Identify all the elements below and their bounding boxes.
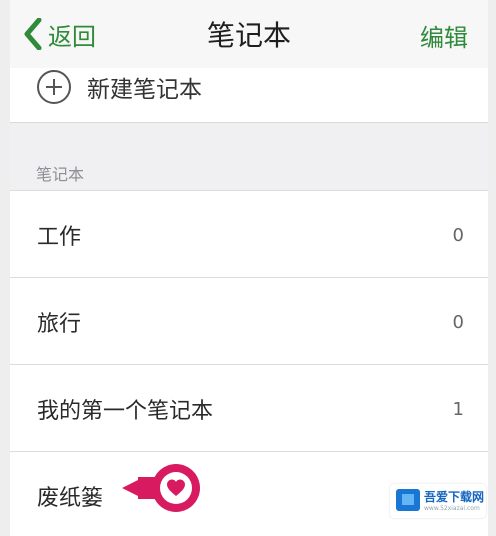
- notebook-count: 0: [452, 225, 464, 246]
- watermark-box-icon: [396, 489, 420, 511]
- heart-callout-icon: [122, 463, 212, 513]
- section-header: 笔记本: [36, 165, 85, 184]
- notebook-name: 我的第一个笔记本: [37, 399, 214, 424]
- notebook-count: 1: [452, 399, 464, 420]
- navigation-bar: 返回 笔记本 编辑: [10, 0, 488, 68]
- notebook-count: 0: [452, 312, 464, 333]
- watermark-text: 吾爱下载网: [424, 490, 485, 504]
- plus-circle-icon: [37, 70, 71, 104]
- notebook-item-first[interactable]: 我的第一个笔记本 1: [10, 364, 488, 451]
- watermark-logo: 吾爱下载网 www.52xiazai.com: [390, 484, 486, 518]
- notebook-name: 旅行: [37, 312, 82, 337]
- new-notebook-label: 新建笔记本: [87, 77, 202, 103]
- notebook-item-work[interactable]: 工作 0: [10, 190, 488, 277]
- app-screen: 返回 笔记本 编辑 新建笔记本 笔记本 工作 0 旅行 0 我的第一个笔记本 1…: [10, 0, 488, 536]
- new-notebook-button[interactable]: 新建笔记本: [10, 68, 488, 123]
- page-title: 笔记本: [206, 19, 291, 52]
- watermark-subtext: www.52xiazai.com: [424, 505, 480, 512]
- notebook-item-travel[interactable]: 旅行 0: [10, 277, 488, 364]
- edit-button[interactable]: 编辑: [420, 18, 468, 53]
- notebook-name: 工作: [37, 225, 82, 250]
- notebook-name: 废纸篓: [37, 486, 104, 511]
- section-gap: 笔记本: [10, 123, 488, 190]
